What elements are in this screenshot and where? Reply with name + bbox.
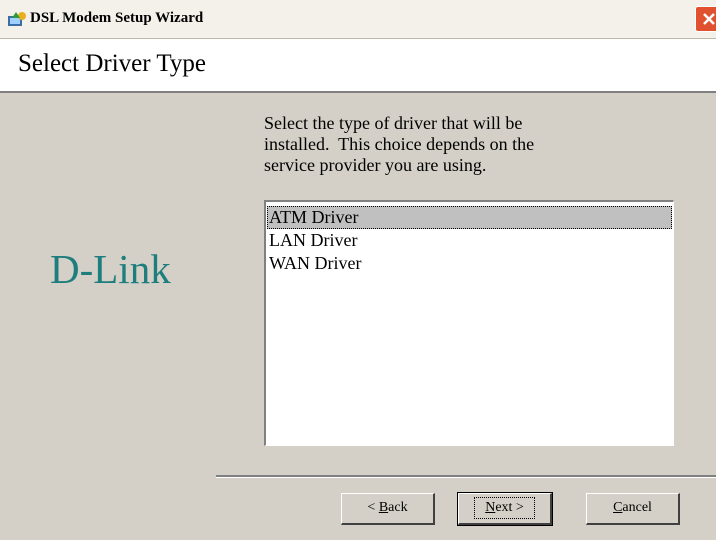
dlink-logo: D-Link: [50, 246, 171, 292]
cancel-mnemonic: C: [613, 500, 623, 515]
back-mnemonic: B: [378, 500, 389, 515]
next-mnemonic: N: [485, 500, 496, 515]
back-prefix: <: [367, 500, 379, 515]
instruction-line: Select the type of driver that will be: [264, 113, 523, 133]
back-rest: ack: [388, 500, 408, 515]
list-item-lan-driver[interactable]: LAN Driver: [267, 229, 672, 252]
instruction-line: installed. This choice depends on the: [264, 134, 535, 154]
footer-separator: [216, 475, 716, 478]
setup-wizard-icon: [6, 10, 28, 30]
instruction-text: Select the type of driver that will be i…: [264, 113, 664, 176]
cancel-rest: ancel: [622, 500, 652, 515]
wizard-header: Select Driver Type: [0, 39, 716, 93]
page-title: Select Driver Type: [18, 50, 207, 77]
back-button[interactable]: < Back: [341, 493, 435, 525]
window-title: DSL Modem Setup Wizard: [30, 10, 204, 26]
next-button[interactable]: Next >: [457, 492, 553, 526]
list-item-atm-driver[interactable]: ATM Driver: [267, 206, 672, 229]
cancel-button[interactable]: Cancel: [586, 493, 680, 525]
setup-wizard-window: DSL Modem Setup Wizard Select Driver Typ…: [0, 0, 716, 540]
instruction-line: service provider you are using.: [264, 155, 487, 175]
close-icon: [703, 13, 715, 25]
driver-type-listbox[interactable]: ATM Driver LAN Driver WAN Driver: [264, 200, 674, 446]
list-item-wan-driver[interactable]: WAN Driver: [267, 252, 672, 275]
next-rest: ext >: [495, 500, 524, 515]
title-bar[interactable]: DSL Modem Setup Wizard: [0, 0, 716, 39]
next-focus: Next >: [474, 497, 535, 519]
close-button[interactable]: [695, 6, 716, 32]
